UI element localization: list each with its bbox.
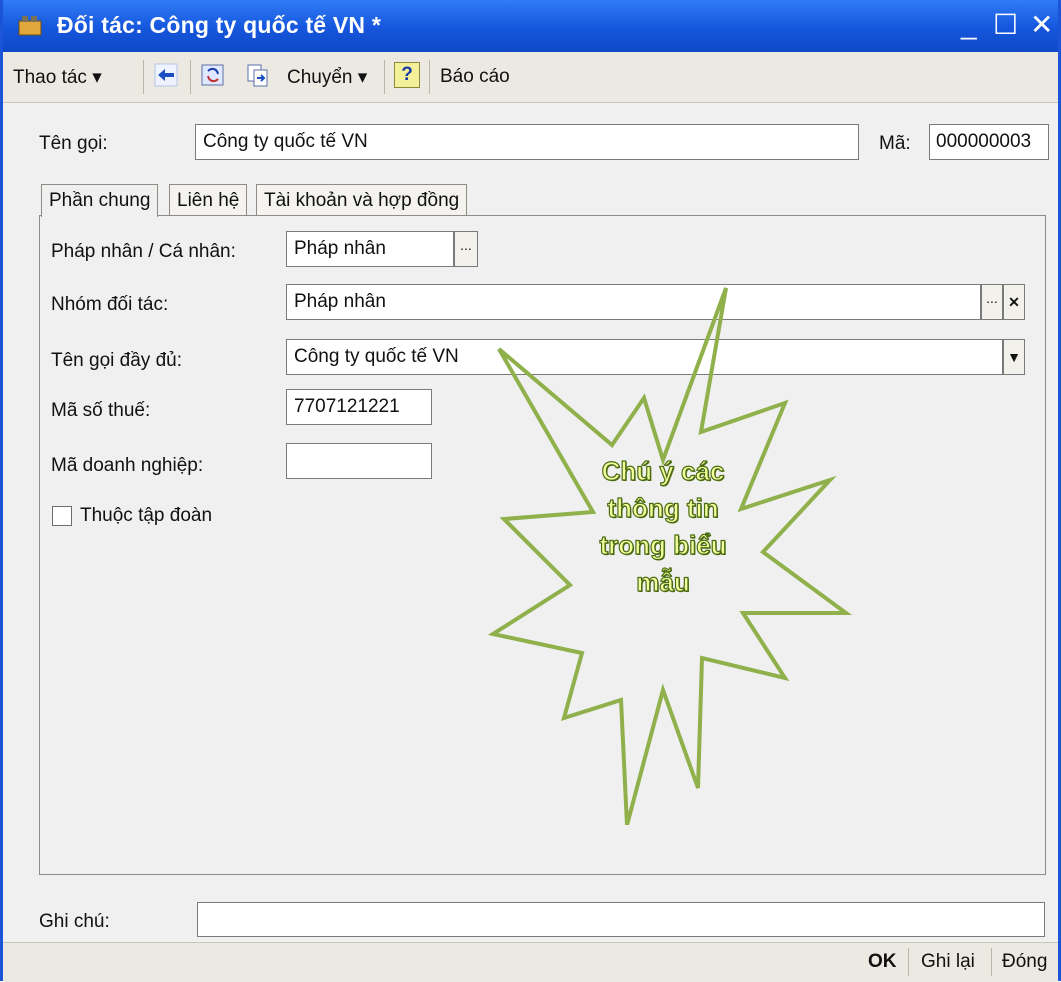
group-member-label: Thuộc tập đoàn <box>80 505 213 526</box>
tab-general[interactable]: Phần chung <box>41 184 159 217</box>
partner-group-select-button[interactable]: ... <box>981 284 1003 320</box>
tab-accounts-contracts[interactable]: Tài khoản và hợp đồng <box>256 184 468 216</box>
entity-type-label: Pháp nhân / Cá nhân: <box>51 241 236 262</box>
full-name-label: Tên gọi đầy đủ: <box>51 350 182 371</box>
partner-folder-icon <box>18 16 42 36</box>
partner-group-label: Nhóm đối tác: <box>51 294 169 315</box>
minimize-button[interactable]: _ <box>961 10 977 40</box>
business-code-label: Mã doanh nghiệp: <box>51 455 204 476</box>
close-button[interactable]: Đóng <box>1002 951 1047 973</box>
callout-line: Chú ý các <box>601 455 725 486</box>
name-input[interactable]: Công ty quốc tế VN <box>195 124 859 160</box>
tax-code-label: Mã số thuế: <box>51 400 151 421</box>
toolbar-separator <box>143 60 144 94</box>
notes-label: Ghi chú: <box>39 911 110 932</box>
notes-input[interactable] <box>197 902 1045 937</box>
window-title: Đối tác: Công ty quốc tế VN * <box>57 12 381 38</box>
code-input[interactable]: 000000003 <box>929 124 1049 160</box>
partner-dialog-window: Đối tác: Công ty quốc tế VN * _ ☐ ✕ Thao… <box>0 0 1061 982</box>
toolbar-separator <box>190 60 191 94</box>
close-window-button[interactable]: ✕ <box>1030 10 1053 40</box>
move-menu-button[interactable]: Chuyển ▾ <box>287 66 367 89</box>
report-button[interactable]: Báo cáo <box>440 66 510 88</box>
button-separator <box>991 948 992 976</box>
maximize-button[interactable]: ☐ <box>993 10 1018 40</box>
group-member-checkbox[interactable] <box>52 506 72 526</box>
name-label: Tên gọi: <box>39 133 108 154</box>
toolbar: Thao tác ▾ Chuyển ▾ ? Báo cáo <box>3 52 1058 103</box>
dialog-button-bar: OK Ghi lại Đóng <box>3 942 1058 982</box>
save-button[interactable]: Ghi lại <box>921 951 975 973</box>
help-icon: ? <box>401 64 413 85</box>
code-label: Mã: <box>879 133 911 154</box>
callout-line: trong biểu <box>599 529 727 560</box>
tax-code-input[interactable]: 7707121221 <box>286 389 432 425</box>
callout-line: thông tin <box>607 492 719 523</box>
callout-text: Chú ý các thông tin trong biểu mẫu <box>563 453 763 601</box>
chevron-down-icon: ▼ <box>1007 349 1021 365</box>
title-bar[interactable]: Đối tác: Công ty quốc tế VN * _ ☐ ✕ <box>3 0 1058 52</box>
back-arrow-icon[interactable] <box>153 62 179 88</box>
ok-button[interactable]: OK <box>868 951 897 973</box>
partner-group-clear-button[interactable]: ✕ <box>1003 284 1025 320</box>
entity-type-input[interactable]: Pháp nhân <box>286 231 454 267</box>
actions-menu-button[interactable]: Thao tác ▾ <box>13 66 102 89</box>
help-button[interactable]: ? <box>394 62 420 88</box>
business-code-input[interactable] <box>286 443 432 479</box>
toolbar-separator <box>384 60 385 94</box>
callout-line: mẫu <box>636 566 691 597</box>
button-separator <box>908 948 909 976</box>
entity-type-select-button[interactable]: ... <box>454 231 478 267</box>
tab-contacts[interactable]: Liên hệ <box>169 184 248 216</box>
toolbar-separator <box>429 60 430 94</box>
copy-document-icon[interactable] <box>245 62 271 88</box>
full-name-dropdown-button[interactable]: ▼ <box>1003 339 1025 375</box>
refresh-icon[interactable] <box>200 62 226 88</box>
